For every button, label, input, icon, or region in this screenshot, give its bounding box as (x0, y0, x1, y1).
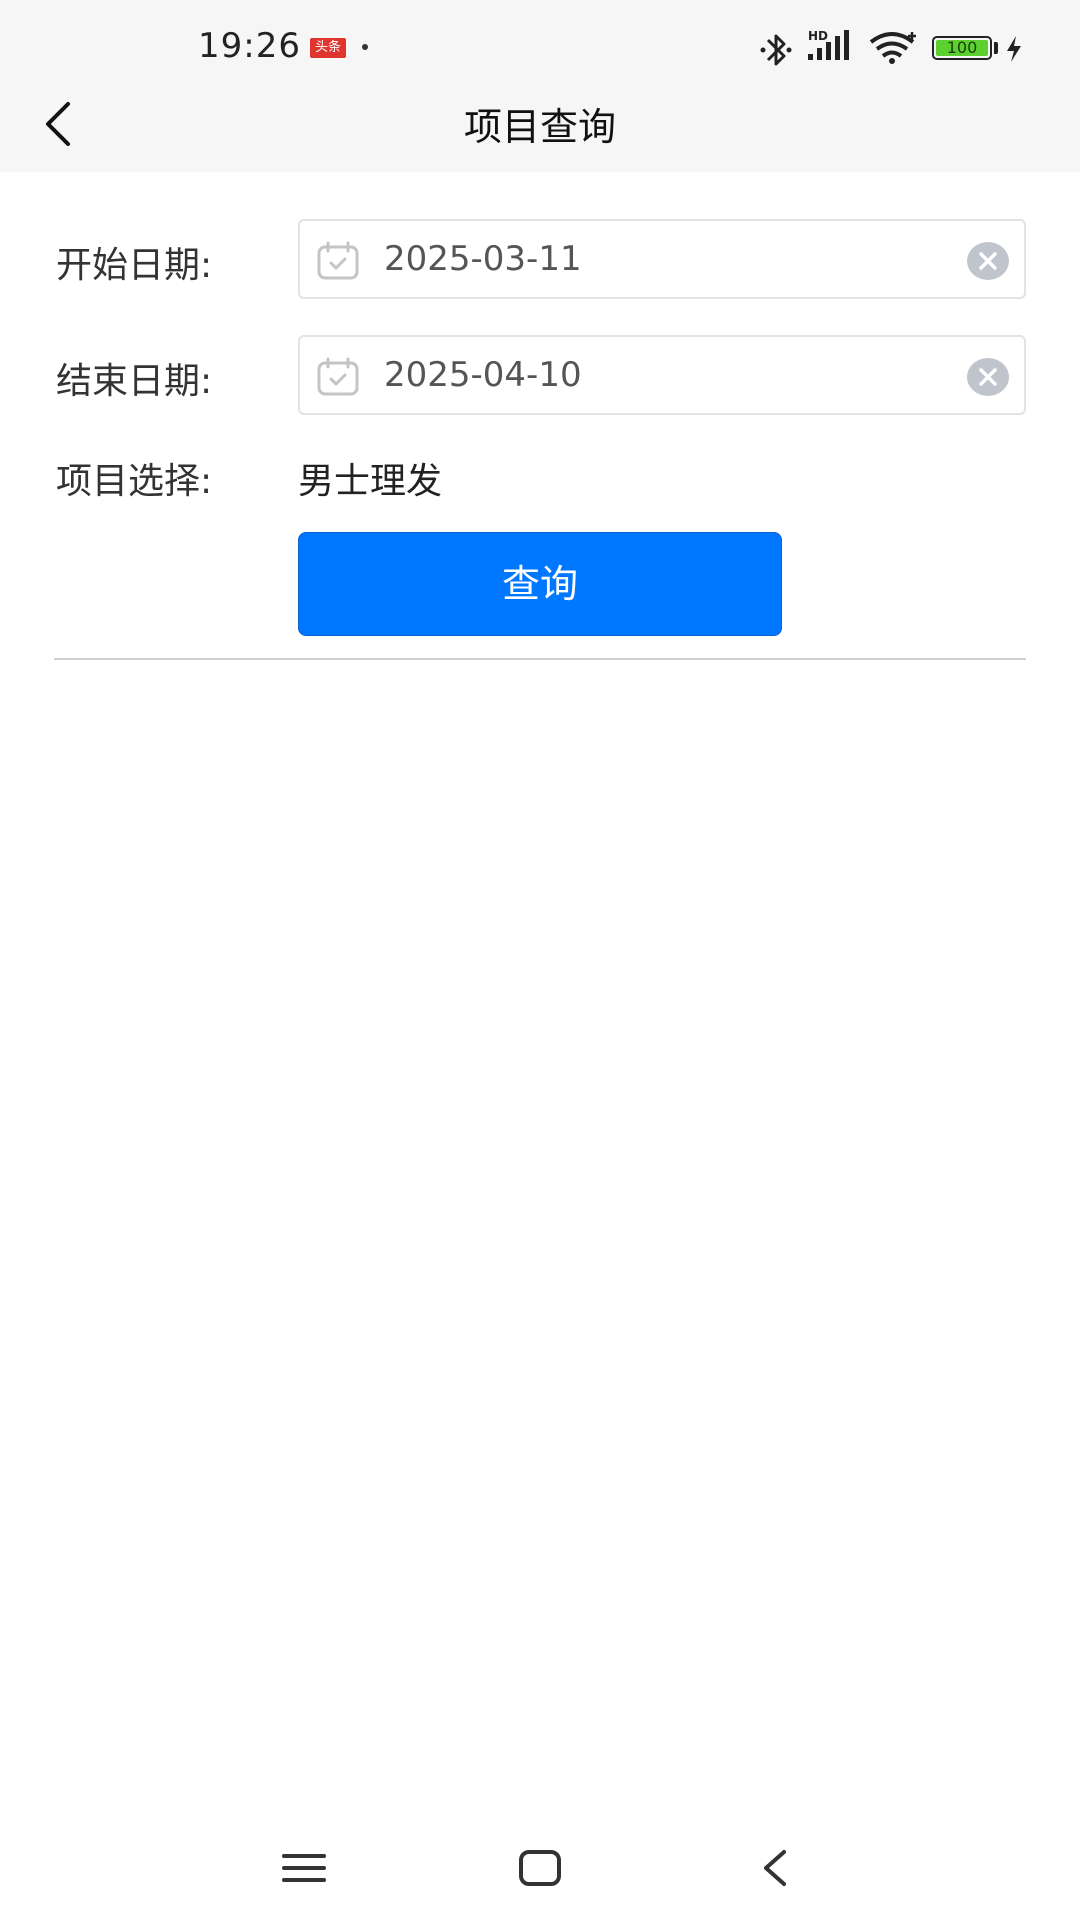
wifi-icon (869, 32, 916, 64)
charging-icon (1007, 36, 1021, 62)
page: 19:26 头条 HD 100 项目查询 开始日期: 2025-03-11 结束… (0, 0, 1080, 1920)
calendar-icon (317, 357, 359, 396)
svg-text:HD: HD (808, 29, 828, 43)
top-bar: 19:26 头条 HD 100 项目查询 (0, 0, 1080, 172)
status-time: 19:26 (198, 26, 301, 66)
calendar-icon (317, 241, 359, 280)
start-date-value: 2025-03-11 (384, 239, 582, 279)
hd-signal-icon: HD (808, 29, 849, 60)
notification-dot-icon (362, 44, 368, 50)
query-button[interactable]: 查询 (298, 532, 782, 636)
menu-icon[interactable] (272, 1836, 336, 1900)
back-icon[interactable] (744, 1836, 808, 1900)
battery-level: 100 (936, 40, 988, 56)
start-date-field[interactable]: 2025-03-11 (298, 219, 1026, 299)
divider (54, 658, 1026, 660)
news-app-icon: 头条 (310, 38, 346, 58)
end-date-value: 2025-04-10 (384, 355, 582, 395)
clear-end-date-icon[interactable] (966, 357, 1010, 397)
battery-tip (994, 42, 998, 54)
bluetooth-icon (760, 34, 792, 66)
project-select[interactable]: 男士理发 (298, 452, 442, 504)
start-date-label: 开始日期: (56, 245, 213, 286)
project-label: 项目选择: (56, 461, 213, 502)
battery-icon: 100 (932, 36, 992, 60)
end-date-label: 结束日期: (56, 361, 213, 402)
clear-start-date-icon[interactable] (966, 241, 1010, 281)
page-title: 项目查询 (463, 105, 616, 149)
navigation-bar (0, 1820, 1080, 1920)
end-date-field[interactable]: 2025-04-10 (298, 335, 1026, 415)
home-icon[interactable] (508, 1836, 572, 1900)
